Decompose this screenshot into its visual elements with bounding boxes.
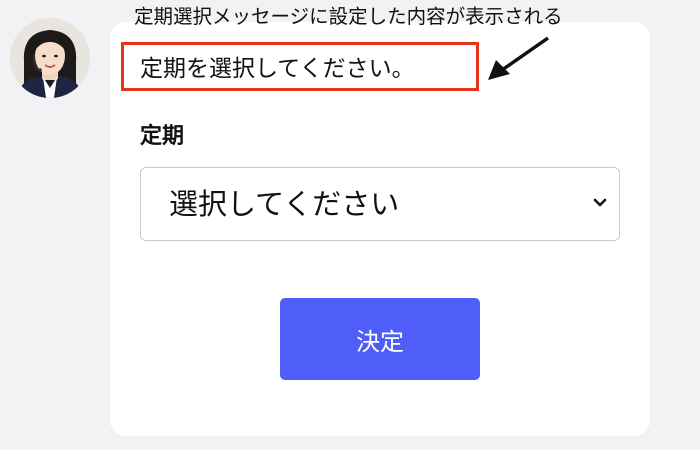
- field-label: 定期: [140, 124, 185, 149]
- operator-avatar: [10, 18, 90, 98]
- chevron-down-icon: [593, 198, 607, 207]
- submit-button[interactable]: 決定: [280, 298, 480, 380]
- operator-avatar-image: [10, 18, 90, 98]
- period-select[interactable]: 選択してください: [140, 167, 620, 241]
- chat-message-text: 定期を選択してください。: [140, 56, 415, 82]
- annotation-arrow-icon: [488, 36, 549, 80]
- annotation-callout-text: 定期選択メッセージに設定した内容が表示される: [134, 5, 563, 28]
- select-value: 選択してください: [169, 187, 400, 221]
